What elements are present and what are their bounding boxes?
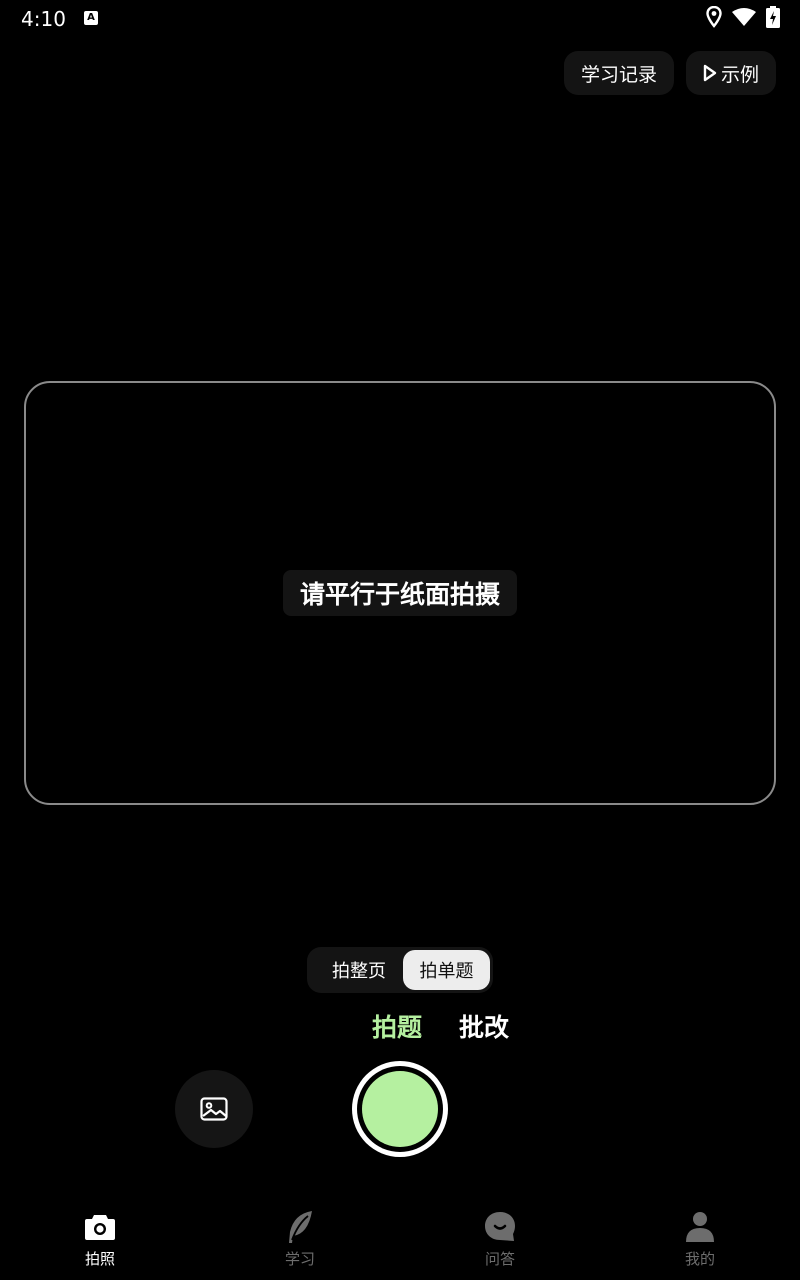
location-icon bbox=[706, 6, 722, 28]
nav-label-me: 我的 bbox=[684, 1250, 715, 1268]
wifi-icon bbox=[732, 8, 756, 26]
nav-item-study[interactable]: 学习 bbox=[200, 1200, 400, 1280]
camera-icon bbox=[84, 1210, 116, 1244]
shutter-ring bbox=[357, 1066, 443, 1152]
mode-tab-photo-question[interactable]: 拍题 bbox=[372, 1008, 422, 1044]
battery-charging-icon bbox=[766, 6, 780, 28]
capture-scope-segment: 拍整页 拍单题 bbox=[307, 947, 493, 993]
shutter-core bbox=[362, 1071, 438, 1147]
nav-item-qa[interactable]: 问答 bbox=[400, 1200, 600, 1280]
play-icon bbox=[703, 64, 717, 82]
gallery-button[interactable] bbox=[175, 1070, 253, 1148]
user-icon bbox=[685, 1210, 715, 1244]
study-history-label: 学习记录 bbox=[580, 63, 657, 86]
segment-single-question[interactable]: 拍单题 bbox=[403, 950, 490, 990]
accessibility-a-icon: A bbox=[84, 11, 98, 25]
status-bar: 4:10 A bbox=[0, 0, 800, 36]
camera-hint: 请平行于纸面拍摄 bbox=[283, 570, 517, 616]
example-label: 示例 bbox=[720, 63, 759, 86]
nav-item-me[interactable]: 我的 bbox=[600, 1200, 800, 1280]
study-history-button[interactable]: 学习记录 bbox=[564, 51, 674, 95]
status-icons bbox=[706, 6, 780, 28]
nav-label-study: 学习 bbox=[284, 1250, 315, 1268]
nav-label-qa: 问答 bbox=[484, 1250, 515, 1268]
segment-full-page[interactable]: 拍整页 bbox=[313, 950, 405, 990]
status-time: 4:10 bbox=[21, 7, 66, 31]
bottom-nav: 拍照 学习 问答 我的 bbox=[0, 1200, 800, 1280]
feather-icon bbox=[286, 1210, 314, 1244]
chat-icon bbox=[483, 1210, 517, 1244]
nav-label-camera: 拍照 bbox=[84, 1250, 115, 1268]
example-button[interactable]: 示例 bbox=[686, 51, 776, 95]
shutter-button[interactable] bbox=[352, 1061, 448, 1157]
mode-tab-grading[interactable]: 批改 bbox=[459, 1008, 509, 1044]
nav-item-camera[interactable]: 拍照 bbox=[0, 1200, 200, 1280]
image-icon bbox=[200, 1097, 228, 1121]
